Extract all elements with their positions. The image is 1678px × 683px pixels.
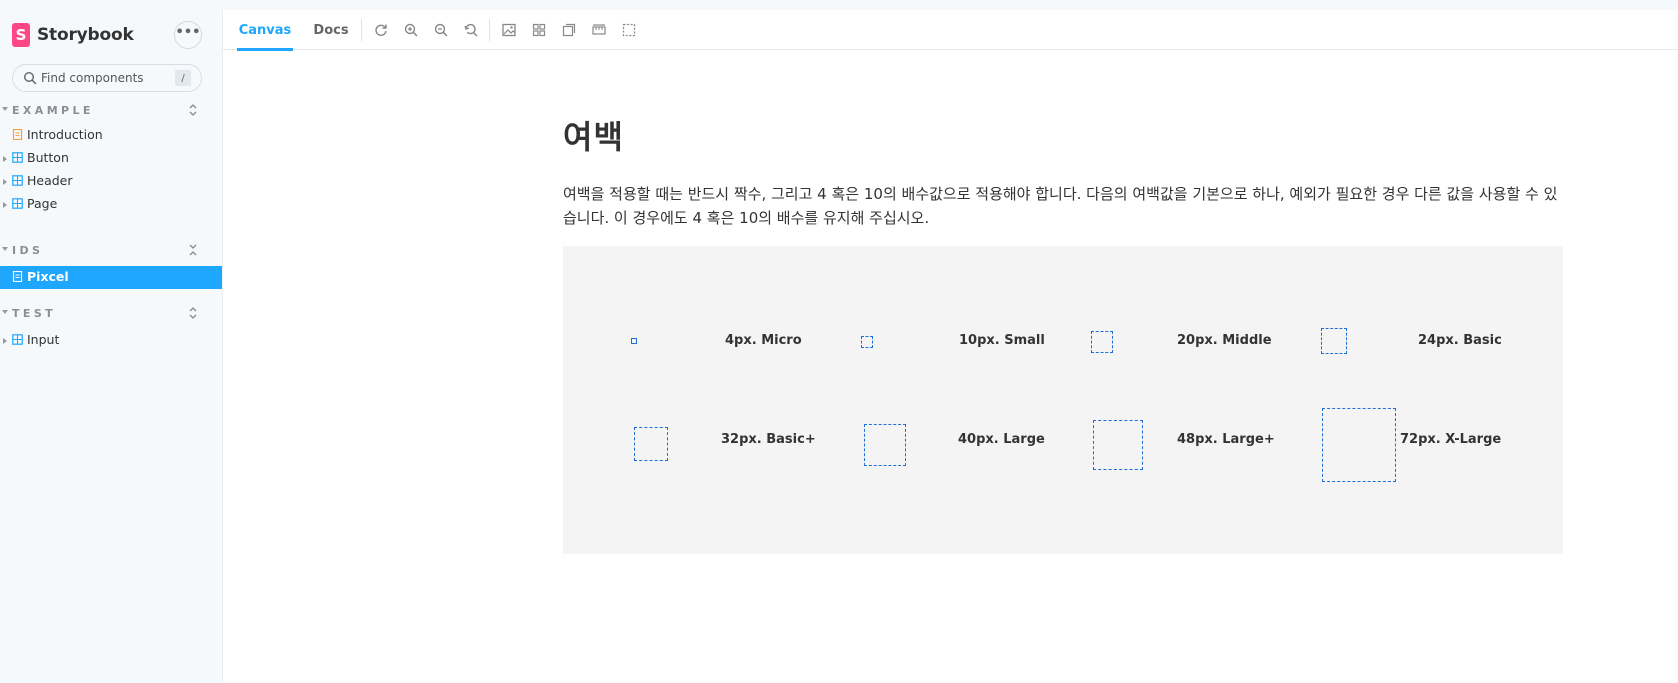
component-icon [12,198,23,209]
spacing-box-24 [1321,328,1347,354]
tab-docs[interactable]: Docs [311,10,351,50]
viewport-icon[interactable] [560,21,578,39]
toolbar-divider [489,19,490,41]
spacing-label: 32px. Basic+ [721,432,816,447]
caret-right-icon [3,202,7,208]
sidebar-item-label: Introduction [27,127,103,142]
sidebar-item-page[interactable]: Page [0,193,222,216]
ellipsis-icon: ••• [175,25,201,40]
outline-icon[interactable] [620,21,638,39]
caret-right-icon [3,156,7,162]
toolbar-divider [361,19,362,41]
search-icon [23,71,37,85]
brand-mark: S [15,26,27,44]
expand-all-icon[interactable] [187,306,199,320]
collapse-all-icon[interactable] [187,243,199,257]
sidebar-item-button[interactable]: Button [0,147,222,170]
sidebar-group-ids: IDS Pixcel [0,242,222,289]
tab-label: Canvas [238,22,292,38]
sidebar-group-example: EXAMPLE Introduction Button Header Page [0,102,222,216]
caret-down-icon [2,247,8,251]
spacing-label: 72px. X-Large [1400,432,1502,447]
sidebar-item-label: Pixcel [27,269,69,284]
search-input[interactable] [41,65,171,91]
menu-button[interactable]: ••• [174,21,202,49]
spacing-label: 48px. Large+ [1177,432,1275,447]
grid-icon[interactable] [530,21,548,39]
search-box[interactable]: / [12,64,202,92]
zoom-reset-icon[interactable] [462,21,480,39]
sidebar-item-label: Button [27,150,69,165]
spacing-label: 20px. Middle [1177,333,1272,348]
sidebar-item-input[interactable]: Input [0,329,222,352]
component-icon [12,334,23,345]
sidebar: S Storybook ••• / EXAMPLE [0,0,222,683]
storybook-app: S Storybook ••• / EXAMPLE [0,0,1678,683]
spacing-label: 40px. Large [958,432,1045,447]
group-header-test[interactable]: TEST [0,305,222,323]
page-title: 여백 [563,118,624,156]
group-header-example[interactable]: EXAMPLE [0,102,222,120]
sidebar-item-introduction[interactable]: Introduction [0,124,222,147]
caret-right-icon [3,338,7,344]
spacing-label: 24px. Basic [1418,333,1502,348]
sidebar-item-label: Header [27,173,73,188]
spacing-label: 4px. Micro [725,333,802,348]
sidebar-item-header[interactable]: Header [0,170,222,193]
caret-down-icon [2,310,8,314]
background-icon[interactable] [500,21,518,39]
spacing-box-32 [634,427,668,461]
sidebar-item-label: Page [27,196,58,211]
document-icon [12,271,23,282]
group-title: EXAMPLE [12,104,94,117]
component-icon [12,152,23,163]
zoom-out-icon[interactable] [432,21,450,39]
tab-label: Docs [313,22,349,38]
page-description: 여백을 적용할 때는 반드시 짝수, 그리고 4 혹은 10의 배수값으로 적용… [563,185,1558,227]
spacing-box-72 [1322,408,1396,482]
tab-canvas[interactable]: Canvas [237,10,293,51]
component-icon [12,175,23,186]
brand[interactable]: S Storybook [12,23,134,47]
document-icon [12,129,23,140]
storybook-logo-icon: S [12,23,30,47]
spacing-box-20 [1091,331,1113,353]
group-title: TEST [12,307,57,320]
expand-all-icon[interactable] [187,103,199,117]
search-shortcut-key: / [175,70,191,86]
toolbar: Canvas Docs [223,10,1678,51]
caret-down-icon [2,107,8,111]
measure-icon[interactable] [590,21,608,39]
spacing-box-10 [861,336,873,348]
sidebar-item-label: Input [27,332,60,347]
spacing-box-48 [1093,420,1143,470]
zoom-in-icon[interactable] [402,21,420,39]
group-title: IDS [12,244,44,257]
brand-name: Storybook [37,25,134,45]
sidebar-item-pixcel[interactable]: Pixcel [0,266,222,289]
group-header-ids[interactable]: IDS [0,242,222,260]
reload-icon[interactable] [372,21,390,39]
spacing-showcase: 4px. Micro 10px. Small 20px. Middle 24px… [563,246,1563,554]
spacing-box-40 [864,424,906,466]
spacing-label: 10px. Small [959,333,1045,348]
spacing-box-4 [631,338,637,344]
caret-right-icon [3,179,7,185]
sidebar-group-test: TEST Input [0,305,222,352]
preview-panel: Canvas Docs 여백 여백을 적용할 때는 반드시 짝수, 그리고 4 … [222,10,1678,683]
